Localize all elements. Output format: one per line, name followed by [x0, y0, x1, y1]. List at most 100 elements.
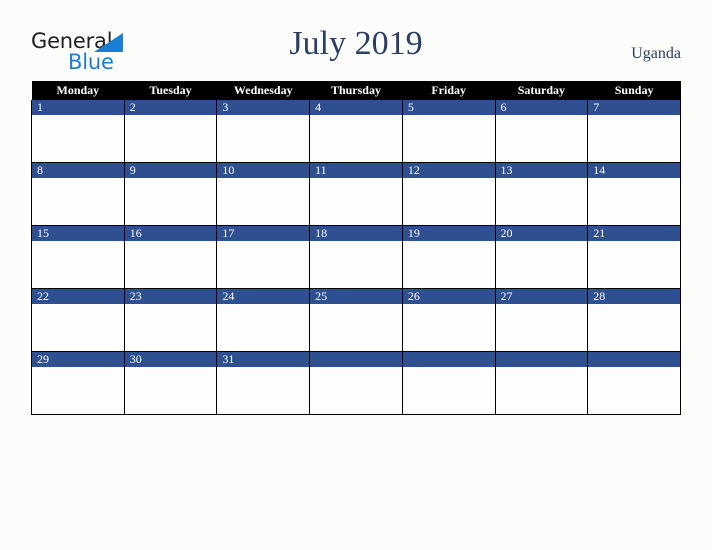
day-notes-area[interactable]	[124, 304, 217, 351]
calendar-day-cell[interactable]: 28	[587, 288, 681, 352]
day-notes-area[interactable]	[402, 367, 495, 414]
day-number: 2	[124, 100, 217, 115]
calendar-day-cell[interactable]: 25	[309, 288, 403, 352]
calendar-day-cell[interactable]: 30	[123, 351, 218, 415]
day-notes-area[interactable]	[124, 367, 217, 414]
calendar-week-row: 8 9 10 11 12 13 14	[31, 162, 681, 226]
day-notes-area[interactable]	[495, 178, 588, 225]
calendar-day-cell[interactable]: 26	[401, 288, 496, 352]
day-number: 17	[217, 226, 310, 241]
day-notes-area[interactable]	[32, 241, 124, 288]
day-notes-area[interactable]	[124, 115, 217, 162]
day-notes-area[interactable]	[588, 241, 680, 288]
calendar-day-cell[interactable]: 12	[401, 162, 496, 226]
day-notes-area[interactable]	[495, 241, 588, 288]
calendar-day-cell[interactable]: 6	[494, 100, 589, 163]
weekday-header-tuesday: Tuesday	[124, 81, 217, 100]
day-number: 7	[588, 100, 680, 115]
day-number: 19	[402, 226, 495, 241]
day-notes-area[interactable]	[495, 367, 588, 414]
calendar-day-cell[interactable]: 31	[216, 351, 311, 415]
day-number: 13	[495, 163, 588, 178]
day-number: 3	[217, 100, 310, 115]
weekday-header-row: Monday Tuesday Wednesday Thursday Friday…	[31, 81, 681, 100]
calendar-day-cell[interactable]: 19	[401, 225, 496, 289]
calendar-day-cell[interactable]: 29	[31, 351, 125, 415]
calendar-day-cell[interactable]: 8	[31, 162, 125, 226]
day-number: 29	[32, 352, 124, 367]
calendar-day-cell[interactable]: 7	[587, 100, 681, 163]
day-notes-area[interactable]	[588, 115, 680, 162]
weekday-header-wednesday: Wednesday	[216, 81, 310, 100]
day-notes-area[interactable]	[217, 304, 310, 351]
day-notes-area[interactable]	[588, 178, 680, 225]
calendar-day-cell-empty[interactable]	[401, 351, 496, 415]
page-header: General Blue July 2019 Uganda	[0, 0, 712, 81]
day-notes-area[interactable]	[32, 115, 124, 162]
day-notes-area[interactable]	[495, 115, 588, 162]
day-notes-area[interactable]	[217, 178, 310, 225]
day-notes-area[interactable]	[32, 304, 124, 351]
day-number: 25	[310, 289, 402, 304]
day-notes-area[interactable]	[402, 304, 495, 351]
day-number	[495, 352, 588, 367]
general-blue-logo: General Blue	[31, 30, 141, 76]
day-number: 28	[588, 289, 680, 304]
day-notes-area[interactable]	[310, 367, 402, 414]
calendar-week-row: 1 2 3 4 5 6 7	[31, 100, 681, 163]
day-number: 20	[495, 226, 588, 241]
page-title: July 2019	[289, 25, 423, 62]
calendar-day-cell[interactable]: 11	[309, 162, 403, 226]
day-number: 9	[124, 163, 217, 178]
calendar-day-cell-empty[interactable]	[587, 351, 681, 415]
day-number: 21	[588, 226, 680, 241]
day-notes-area[interactable]	[402, 178, 495, 225]
calendar-day-cell[interactable]: 3	[216, 100, 311, 163]
calendar-day-cell[interactable]: 27	[494, 288, 589, 352]
day-notes-area[interactable]	[217, 367, 310, 414]
day-notes-area[interactable]	[310, 304, 402, 351]
calendar-day-cell[interactable]: 18	[309, 225, 403, 289]
day-notes-area[interactable]	[588, 367, 680, 414]
calendar-day-cell[interactable]: 22	[31, 288, 125, 352]
calendar-day-cell[interactable]: 14	[587, 162, 681, 226]
day-number: 1	[32, 100, 124, 115]
calendar-day-cell[interactable]: 1	[31, 100, 125, 163]
calendar-day-cell[interactable]: 10	[216, 162, 311, 226]
day-notes-area[interactable]	[588, 304, 680, 351]
day-notes-area[interactable]	[310, 178, 402, 225]
calendar-day-cell[interactable]: 16	[123, 225, 218, 289]
calendar-header-row: Monday Tuesday Wednesday Thursday Friday…	[31, 81, 681, 100]
day-notes-area[interactable]	[124, 241, 217, 288]
calendar-day-cell[interactable]: 21	[587, 225, 681, 289]
calendar-day-cell[interactable]: 23	[123, 288, 218, 352]
calendar-day-cell[interactable]: 24	[216, 288, 311, 352]
calendar-week-row: 29 30 31	[31, 351, 681, 415]
weekday-header-thursday: Thursday	[309, 81, 403, 100]
day-notes-area[interactable]	[217, 241, 310, 288]
day-notes-area[interactable]	[310, 115, 402, 162]
day-notes-area[interactable]	[495, 304, 588, 351]
day-notes-area[interactable]	[32, 178, 124, 225]
weekday-header-saturday: Saturday	[495, 81, 588, 100]
calendar-day-cell[interactable]: 4	[309, 100, 403, 163]
calendar-day-cell[interactable]: 20	[494, 225, 589, 289]
day-notes-area[interactable]	[124, 178, 217, 225]
calendar-day-cell[interactable]: 2	[123, 100, 218, 163]
day-notes-area[interactable]	[310, 241, 402, 288]
calendar-day-cell[interactable]: 17	[216, 225, 311, 289]
day-notes-area[interactable]	[402, 115, 495, 162]
calendar-day-cell[interactable]: 13	[494, 162, 589, 226]
calendar-day-cell[interactable]: 9	[123, 162, 218, 226]
calendar-day-cell-empty[interactable]	[309, 351, 403, 415]
day-number: 22	[32, 289, 124, 304]
weekday-header-monday: Monday	[31, 81, 125, 100]
day-notes-area[interactable]	[32, 367, 124, 414]
calendar-day-cell[interactable]: 15	[31, 225, 125, 289]
day-notes-area[interactable]	[217, 115, 310, 162]
calendar-week-row: 22 23 24 25 26 27 28	[31, 288, 681, 352]
day-notes-area[interactable]	[402, 241, 495, 288]
day-number: 4	[310, 100, 402, 115]
calendar-day-cell[interactable]: 5	[401, 100, 496, 163]
calendar-day-cell-empty[interactable]	[494, 351, 589, 415]
